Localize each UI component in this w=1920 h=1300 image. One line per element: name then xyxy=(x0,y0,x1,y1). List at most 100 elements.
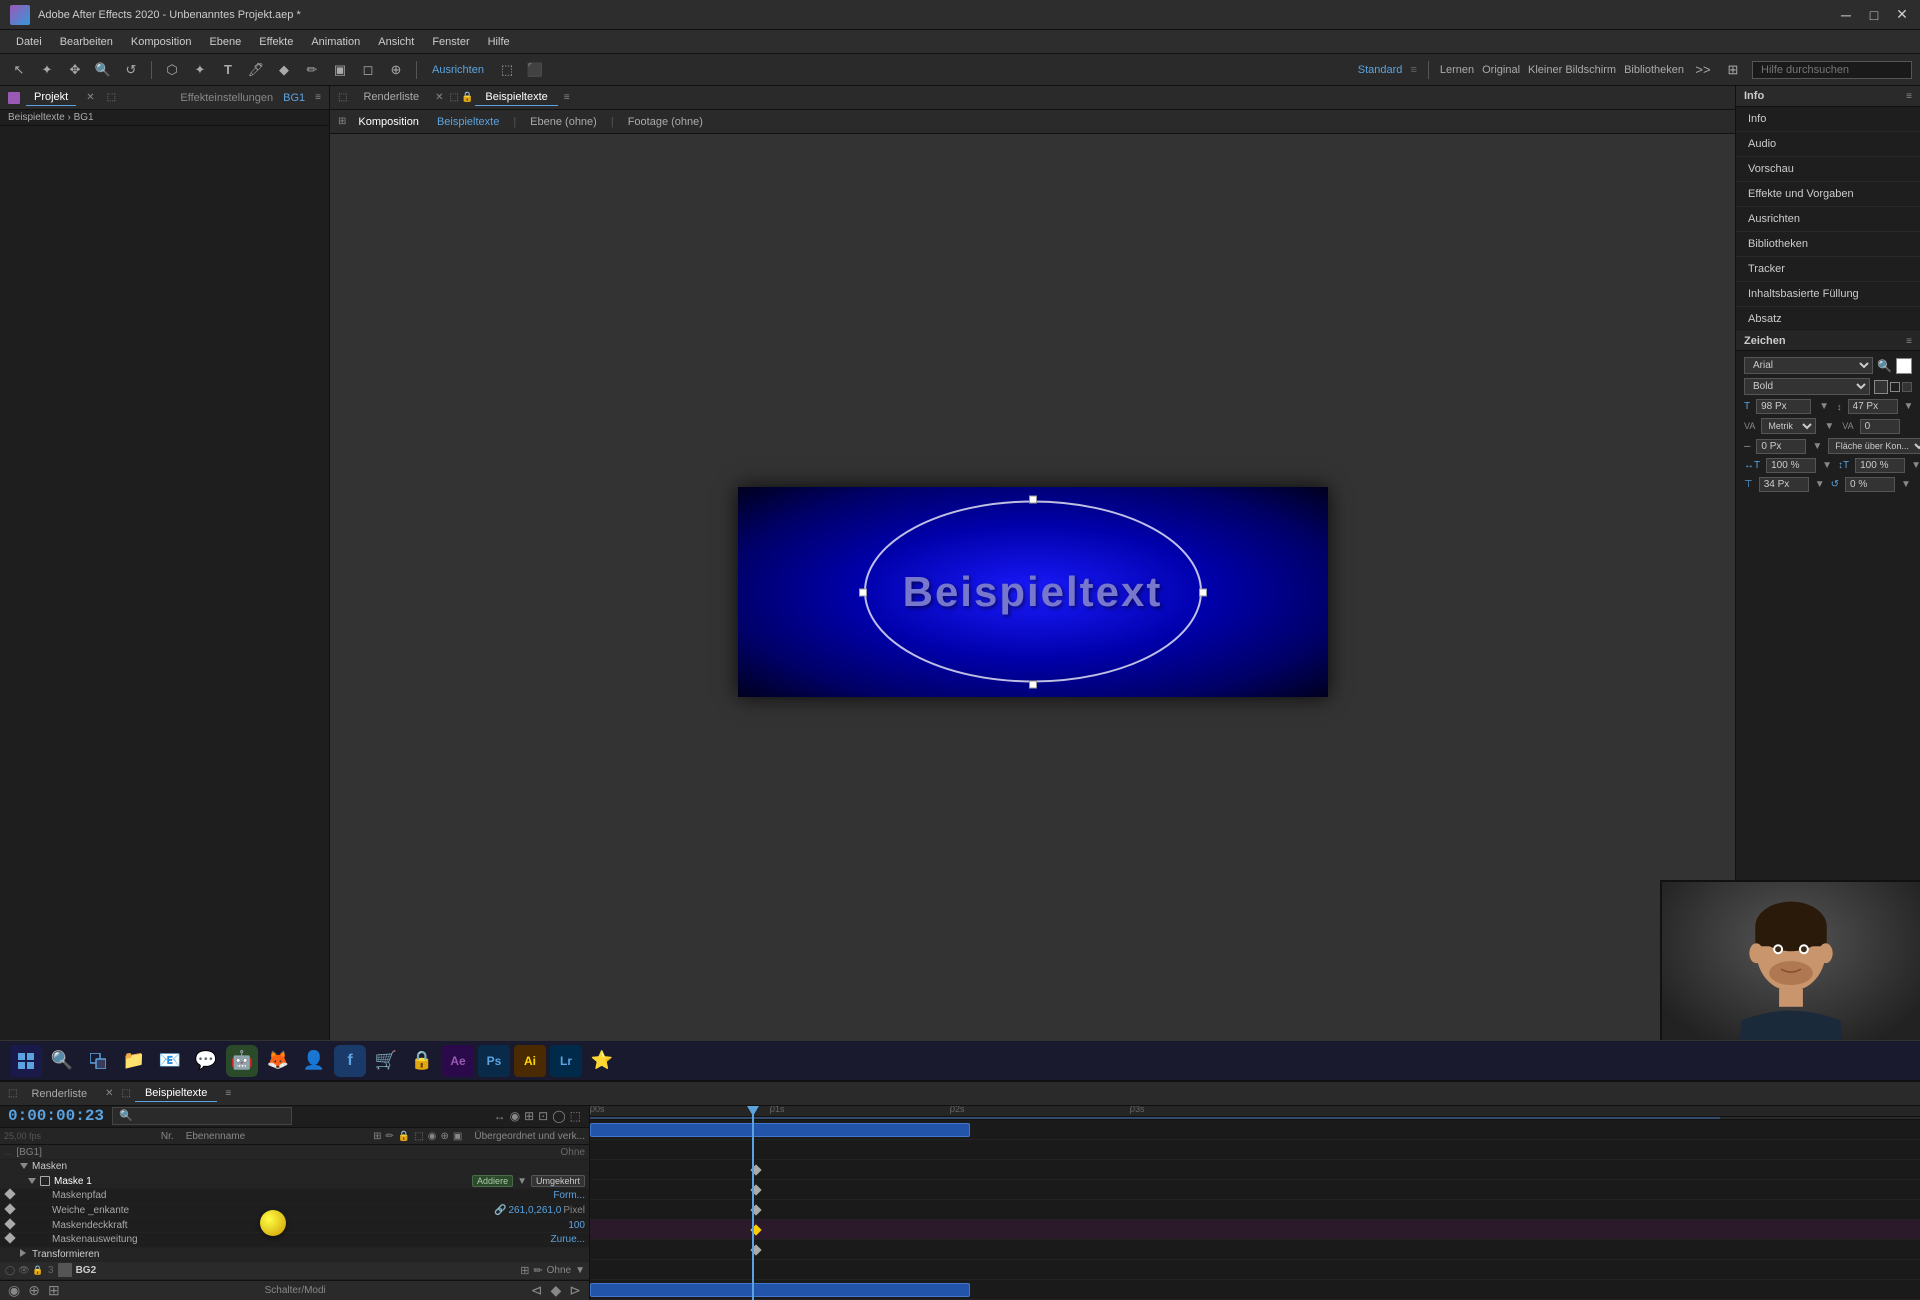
panel-menu-btn[interactable]: ≡ xyxy=(315,92,321,103)
maskenausweitung-value[interactable]: Zurue... xyxy=(551,1234,585,1245)
tool-move[interactable]: ✥ xyxy=(64,59,86,81)
scale-h-dropdown[interactable]: ▼ xyxy=(1822,460,1832,471)
prop-keyframe1[interactable] xyxy=(4,1190,18,1201)
workspace-lernen[interactable]: Lernen xyxy=(1440,64,1474,76)
tl-bottom-btn1[interactable]: ◉ xyxy=(8,1282,20,1299)
taskbar-search[interactable]: 🔍 xyxy=(46,1045,78,1077)
menu-bearbeiten[interactable]: Bearbeiten xyxy=(52,34,121,50)
scale-v-dropdown[interactable]: ▼ xyxy=(1911,460,1920,471)
tl-bottom-btn3[interactable]: ⊞ xyxy=(48,1282,60,1299)
handle-left[interactable] xyxy=(859,588,867,596)
maske1-name[interactable]: Maske 1 xyxy=(54,1176,92,1187)
bg2-parent-dropdown[interactable]: ▼ xyxy=(575,1265,585,1276)
pb-beispieltexte[interactable]: Beispieltexte xyxy=(431,114,505,130)
tl-bottom-nav1[interactable]: ⊲ xyxy=(531,1282,543,1299)
menu-fenster[interactable]: Fenster xyxy=(424,34,477,50)
handle-right[interactable] xyxy=(1199,588,1207,596)
workspace-original[interactable]: Original xyxy=(1482,64,1520,76)
workspace-menu-btn[interactable]: ≡ xyxy=(1410,64,1416,76)
char-dropdown1[interactable]: ▼ xyxy=(1819,401,1829,412)
panel-item-vorschau[interactable]: Vorschau xyxy=(1736,157,1920,182)
rotate-input[interactable] xyxy=(1845,477,1895,492)
workspace-more[interactable]: >> xyxy=(1692,59,1714,81)
stroke-color[interactable] xyxy=(1874,380,1888,394)
menu-effekte[interactable]: Effekte xyxy=(251,34,301,50)
menu-hilfe[interactable]: Hilfe xyxy=(480,34,518,50)
toolbar-icon-btn[interactable]: ⊞ xyxy=(1722,59,1744,81)
weichekante-row[interactable]: Weiche _enkante 🔗 261,0,261,0 Pixel xyxy=(0,1204,589,1219)
tool-stamp[interactable]: ▣ xyxy=(329,59,351,81)
transformieren-row[interactable]: Transformieren xyxy=(0,1248,589,1263)
track-bar-bg1[interactable] xyxy=(590,1123,970,1137)
taskbar-firefox[interactable]: 🦊 xyxy=(262,1045,294,1077)
zeichen-menu[interactable]: ≡ xyxy=(1906,336,1912,347)
kerning-select[interactable]: Metrik xyxy=(1761,418,1816,434)
panel-item-effekte[interactable]: Effekte und Vorgaben xyxy=(1736,182,1920,207)
tl-tool1[interactable]: ↔ xyxy=(494,1109,506,1123)
taskbar-explorer[interactable]: 📁 xyxy=(118,1045,150,1077)
panel-item-ausrichten[interactable]: Ausrichten xyxy=(1736,207,1920,232)
align-label[interactable]: Ausrichten xyxy=(426,62,490,78)
tl-bottom-nav3[interactable]: ⊳ xyxy=(569,1282,581,1299)
taskbar-ps[interactable]: Ps xyxy=(478,1045,510,1077)
panel-item-audio[interactable]: Audio xyxy=(1736,132,1920,157)
tl-bottom-btn2[interactable]: ⊕ xyxy=(28,1282,40,1299)
layer-bg2[interactable]: ◯ 👁 🔒 3 BG2 ⊞ ✏ Ohne ▼ xyxy=(0,1262,589,1279)
scale-h-input[interactable] xyxy=(1766,458,1816,473)
panel-item-inhalt[interactable]: Inhaltsbasierte Füllung xyxy=(1736,282,1920,307)
font-size-input[interactable] xyxy=(1756,399,1811,414)
taskbar-extra[interactable]: ⭐ xyxy=(586,1045,618,1077)
effekteinstellungen-tab[interactable]: Effekteinstellungen xyxy=(180,92,273,104)
addiere-dropdown[interactable]: ▼ xyxy=(517,1176,527,1187)
tool-camera[interactable]: ⬡ xyxy=(161,59,183,81)
scale-v-input[interactable] xyxy=(1855,458,1905,473)
maskendeckkraft-row[interactable]: Maskendeckkraft 100 xyxy=(0,1218,589,1233)
tracking-input[interactable] xyxy=(1860,419,1900,434)
maskenausweitung-row[interactable]: Maskenausweitung Zurue... xyxy=(0,1233,589,1248)
stroke-width-input[interactable] xyxy=(1756,439,1806,454)
font-family-select[interactable]: Arial xyxy=(1744,357,1873,374)
taskbar-security[interactable]: 🔒 xyxy=(406,1045,438,1077)
tl-bottom-nav2[interactable]: ◆ xyxy=(550,1282,561,1299)
handle-top[interactable] xyxy=(1029,496,1037,504)
tab-renderliste-tl[interactable]: Renderliste xyxy=(21,1086,97,1102)
tool-eraser[interactable]: ◻ xyxy=(357,59,379,81)
menu-animation[interactable]: Animation xyxy=(303,34,368,50)
tool-light[interactable]: ✦ xyxy=(189,59,211,81)
taskbar-taskview[interactable] xyxy=(82,1045,114,1077)
tl-tool2[interactable]: ◉ xyxy=(510,1109,520,1123)
workspace-bibliotheken[interactable]: Bibliotheken xyxy=(1624,64,1684,76)
taskbar-ai[interactable]: Ai xyxy=(514,1045,546,1077)
taskbar-mail[interactable]: 📧 xyxy=(154,1045,186,1077)
maskenpfad-value[interactable]: Form... xyxy=(553,1190,585,1201)
prop-keyframe2[interactable] xyxy=(4,1205,18,1216)
tool-pen[interactable]: 🖊 xyxy=(245,59,267,81)
panel-item-info[interactable]: Info xyxy=(1736,107,1920,132)
tool-zoom[interactable]: 🔍 xyxy=(92,59,114,81)
text-color-white[interactable] xyxy=(1896,358,1912,374)
pb-footage[interactable]: Footage (ohne) xyxy=(622,114,709,130)
align-btn-1[interactable]: ⬚ xyxy=(496,59,518,81)
font-search-btn[interactable]: 🔍 xyxy=(1877,359,1892,373)
comp-tab-menu[interactable]: ≡ xyxy=(564,92,570,103)
tl-tab-menu[interactable]: ≡ xyxy=(225,1088,231,1099)
pb-komposition[interactable]: Komposition xyxy=(352,114,425,130)
minimize-button[interactable]: ─ xyxy=(1838,7,1854,23)
tool-text[interactable]: T xyxy=(217,59,239,81)
transform-expand[interactable] xyxy=(20,1249,26,1260)
taskbar-shopping[interactable]: 🛒 xyxy=(370,1045,402,1077)
tool-rotate[interactable]: ↺ xyxy=(120,59,142,81)
bg2-name[interactable]: BG2 xyxy=(76,1265,97,1276)
bg2-btn2[interactable]: ✏ xyxy=(533,1264,542,1277)
font-style-select[interactable]: Bold xyxy=(1744,378,1870,395)
layer-search[interactable] xyxy=(112,1107,292,1125)
taskbar-lr[interactable]: Lr xyxy=(550,1045,582,1077)
tl-tool3[interactable]: ⊞ xyxy=(524,1109,534,1123)
tl-tool6[interactable]: ⬚ xyxy=(570,1109,581,1123)
addiere-badge[interactable]: Addiere xyxy=(472,1175,513,1187)
handle-bottom[interactable] xyxy=(1029,681,1037,689)
tool-fill[interactable]: ◆ xyxy=(273,59,295,81)
current-time-display[interactable]: 0:00:00:23 xyxy=(8,1107,104,1125)
menu-ansicht[interactable]: Ansicht xyxy=(370,34,422,50)
weichekante-value[interactable]: 261,0,261,0 xyxy=(508,1205,561,1216)
